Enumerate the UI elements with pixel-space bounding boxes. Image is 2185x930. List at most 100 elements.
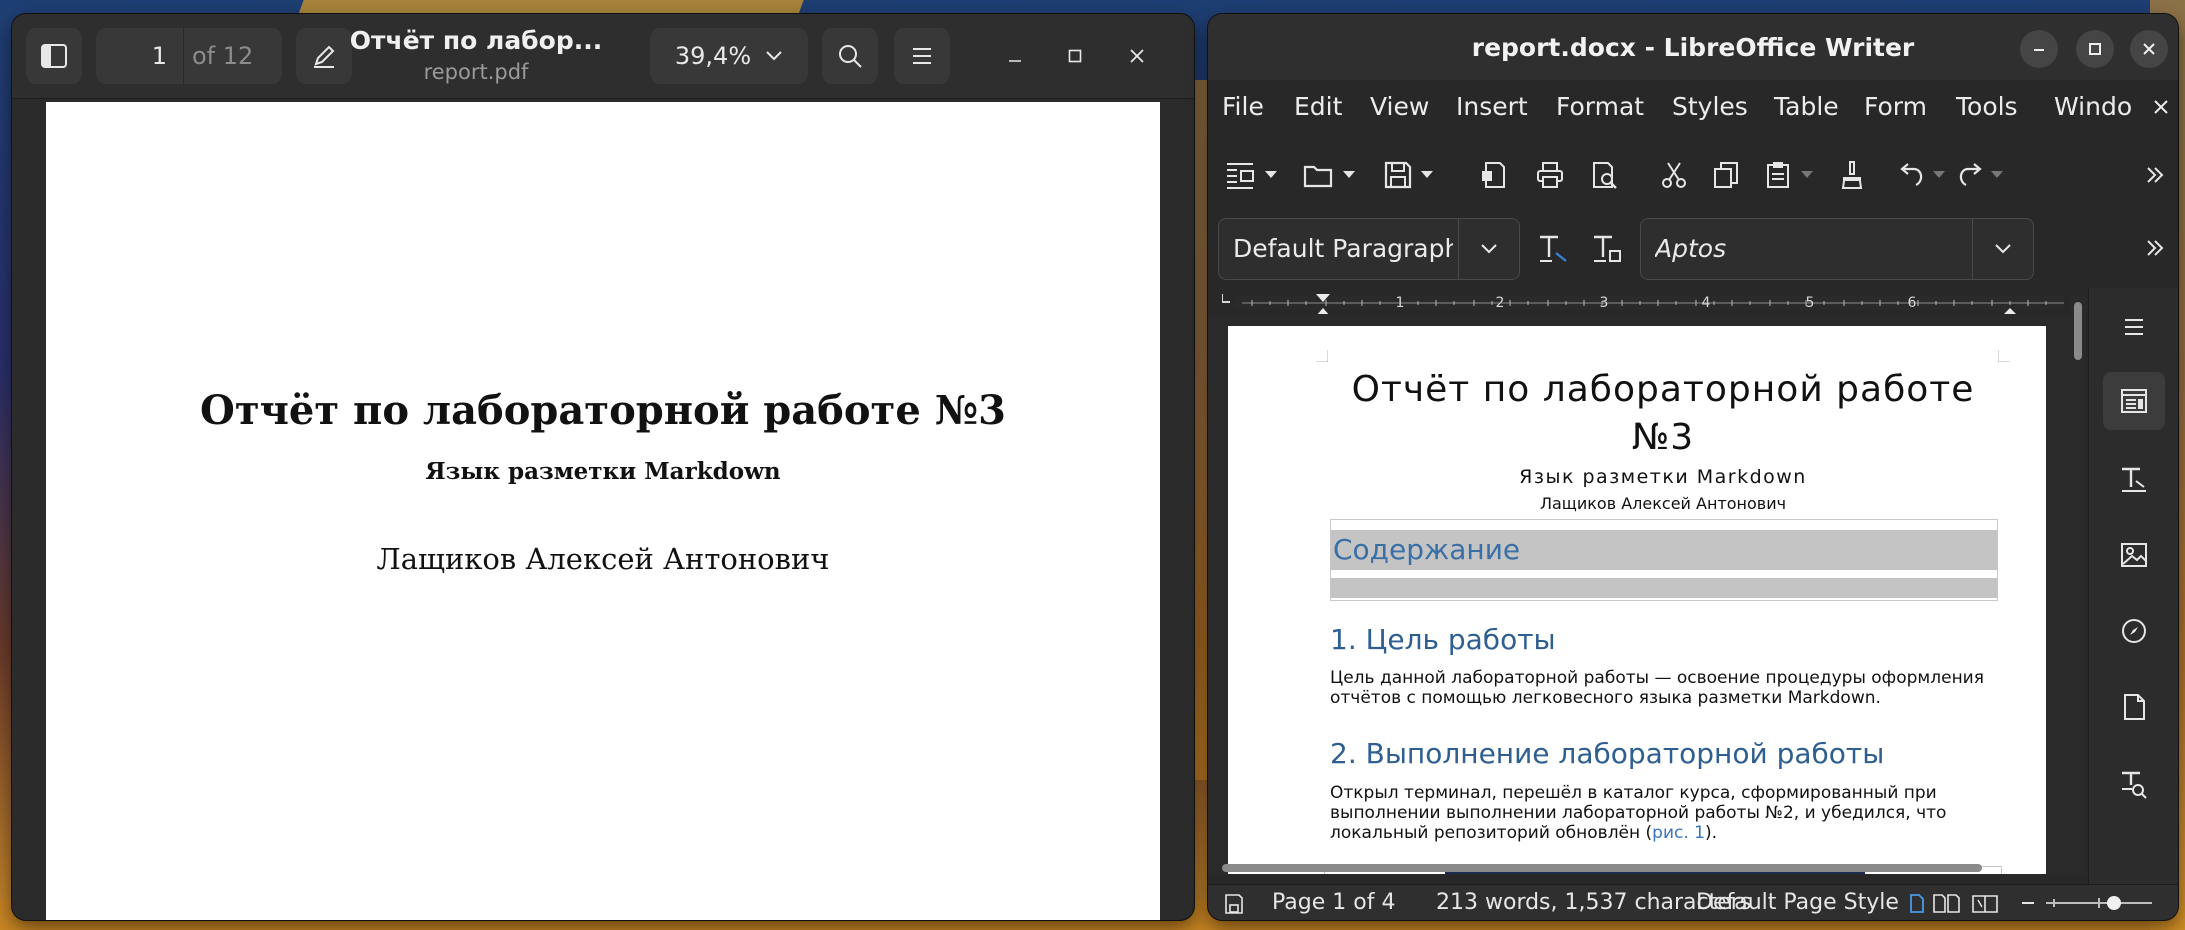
close-button[interactable] [2130, 30, 2168, 68]
document-filename: report.pdf [423, 60, 529, 84]
current-page-input[interactable]: 1 [96, 28, 184, 84]
paste-button[interactable] [1760, 142, 1796, 208]
sidebar-styles-button[interactable] [2103, 450, 2165, 508]
doc-author: Лащиков Алексей Антонович [1539, 494, 1787, 513]
writer-titlebar: report.docx - LibreOffice Writer [1208, 14, 2178, 80]
section2-line: локальный репозиторий обновлён (рис. 1). [1330, 823, 2010, 843]
sidebar-properties-button[interactable] [2103, 372, 2165, 430]
menu-tools[interactable]: Tools [1956, 84, 2018, 130]
maximize-button[interactable] [1050, 28, 1100, 84]
zoom-slider[interactable] [2044, 885, 2154, 920]
copy-icon [1714, 162, 1738, 188]
search-icon [836, 42, 864, 70]
ruler-mark-2: 2 [1496, 295, 1505, 311]
minimize-button[interactable] [2020, 30, 2058, 68]
section2-text: ). [1704, 823, 1718, 843]
section2-paragraph: Открыл терминал, перешёл в каталог курса… [1330, 783, 2010, 843]
paragraph-style-combo[interactable]: Default Paragraph Styl [1218, 218, 1520, 280]
zoom-out-button[interactable] [2020, 885, 2036, 920]
save-button[interactable] [1380, 142, 1416, 208]
menu-styles[interactable]: Styles [1672, 84, 1748, 130]
cut-button[interactable] [1656, 142, 1692, 208]
export-icon [1482, 162, 1505, 188]
book-view-button[interactable] [1970, 885, 2000, 920]
open-button[interactable] [1300, 142, 1336, 208]
single-page-view-button[interactable] [1908, 885, 1926, 920]
document-modified-indicator[interactable] [1224, 885, 1244, 920]
caret-down-icon [1343, 171, 1355, 178]
toolbar-overflow-button[interactable] [2140, 212, 2170, 284]
sidebar-style-inspector-button[interactable] [2103, 754, 2165, 812]
doc-title-line2: №3 [1631, 417, 1695, 458]
close-icon [2154, 100, 2168, 114]
export-pdf-button[interactable] [1476, 142, 1512, 208]
horizontal-scrollbar[interactable] [1222, 862, 2062, 874]
hamburger-icon [910, 45, 934, 67]
print-preview-button[interactable] [1586, 142, 1622, 208]
sidebar-gallery-button[interactable] [2103, 526, 2165, 584]
menu-edit[interactable]: Edit [1294, 84, 1342, 130]
table-of-contents[interactable]: Содержание [1330, 519, 1998, 601]
hamburger-icon [2125, 319, 2143, 335]
dropdown-arrow[interactable] [1418, 142, 1436, 208]
menu-format[interactable]: Format [1556, 84, 1644, 130]
figure-reference-link[interactable]: рис. 1 [1652, 823, 1705, 843]
font-name-dropdown[interactable] [1972, 219, 2033, 279]
document-page[interactable]: Отчёт по лабораторной работе №3 Язык раз… [1228, 326, 2046, 874]
document-canvas[interactable]: Отчёт по лабораторной работе №3 Язык раз… [1208, 314, 2070, 874]
page-number-field[interactable]: 1 of 12 [96, 28, 282, 84]
menu-insert[interactable]: Insert [1456, 84, 1528, 130]
sidebar-deck-button[interactable] [1222, 142, 1258, 208]
annotate-button[interactable] [296, 28, 352, 84]
sidebar-page-button[interactable] [2103, 678, 2165, 736]
multi-page-icon [1933, 894, 1960, 913]
style-inspector-icon [2122, 771, 2147, 799]
section2-heading: 2. Выполнение лабораторной работы [1330, 737, 1885, 770]
sidebar-menu-button[interactable] [2103, 298, 2165, 356]
paragraph-style-value[interactable]: Default Paragraph Styl [1233, 219, 1453, 279]
toolbar-overflow-button[interactable] [2140, 142, 2170, 208]
maximize-button[interactable] [2076, 30, 2114, 68]
font-name-value[interactable]: Aptos [1655, 219, 1955, 279]
search-button[interactable] [822, 28, 878, 84]
horizontal-scroll-thumb[interactable] [1222, 864, 1982, 872]
update-style-button[interactable] [1532, 212, 1574, 284]
minimize-button[interactable] [990, 28, 1040, 84]
menu-window[interactable]: Windo [2054, 84, 2132, 130]
menu-table[interactable]: Table [1774, 84, 1839, 130]
dropdown-arrow[interactable] [1988, 142, 2006, 208]
clone-formatting-button[interactable] [1834, 142, 1870, 208]
section1-heading: 1. Цель работы [1330, 623, 1556, 656]
multi-page-view-button[interactable] [1932, 885, 1962, 920]
menu-form[interactable]: Form [1864, 84, 1927, 130]
zoom-dropdown[interactable]: 39,4% [650, 28, 808, 84]
vertical-scroll-thumb[interactable] [2074, 302, 2082, 360]
vertical-scrollbar[interactable] [2070, 296, 2086, 874]
menu-view[interactable]: View [1370, 84, 1429, 130]
close-button[interactable] [1112, 28, 1162, 84]
sidebar-navigator-button[interactable] [2103, 602, 2165, 660]
sidebar-toggle-icon [40, 42, 68, 70]
save-icon [1225, 894, 1243, 914]
folder-icon [1303, 165, 1333, 188]
minimize-icon [2031, 41, 2047, 57]
redo-button[interactable] [1952, 142, 1988, 208]
close-document-button[interactable] [2152, 84, 2170, 130]
copy-button[interactable] [1708, 142, 1744, 208]
ruler-mark-1: 1 [1396, 295, 1405, 311]
sidebar-toggle-button[interactable] [26, 28, 82, 84]
writer-window: report.docx - LibreOffice Writer File Ed… [1208, 14, 2178, 920]
page-count-status[interactable]: Page 1 of 4 [1272, 885, 1395, 920]
dropdown-arrow[interactable] [1340, 142, 1358, 208]
dropdown-arrow[interactable] [1930, 142, 1948, 208]
print-button[interactable] [1532, 142, 1568, 208]
paragraph-style-dropdown[interactable] [1458, 219, 1519, 279]
main-menu-button[interactable] [894, 28, 950, 84]
font-name-combo[interactable]: Aptos [1640, 218, 2034, 280]
dropdown-arrow[interactable] [1262, 142, 1280, 208]
page-style-status[interactable]: Default Page Style [1696, 885, 1899, 920]
new-style-button[interactable] [1586, 212, 1628, 284]
dropdown-arrow[interactable] [1798, 142, 1816, 208]
menu-file[interactable]: File [1222, 84, 1264, 130]
undo-button[interactable] [1894, 142, 1930, 208]
